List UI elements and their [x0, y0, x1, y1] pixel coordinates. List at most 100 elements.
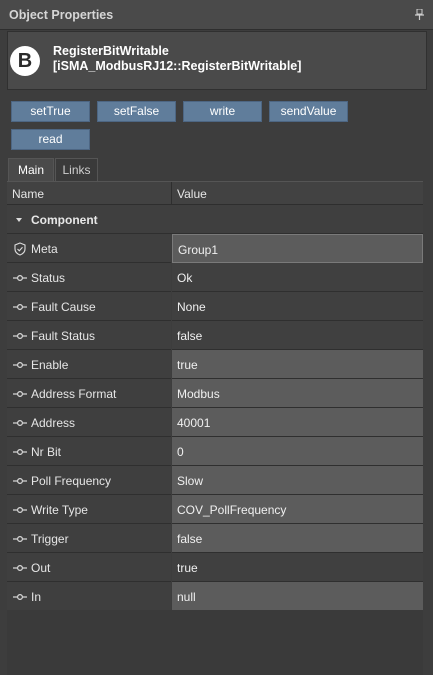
slot-icon	[13, 477, 27, 485]
row-value: Ok	[177, 271, 193, 285]
column-divider[interactable]	[171, 182, 172, 205]
row-name-cell: Address	[7, 408, 171, 437]
table-row-address[interactable]: Address 40001	[7, 408, 423, 437]
slot-icon	[13, 332, 27, 340]
expand-triangle-icon[interactable]	[16, 218, 22, 222]
panel-titlebar: Object Properties	[0, 0, 433, 30]
nr-bit-value-field[interactable]: 0	[172, 437, 423, 466]
panel-title: Object Properties	[9, 8, 114, 22]
slot-icon	[13, 448, 27, 456]
row-value: null	[177, 590, 196, 604]
row-name-cell: Status	[7, 263, 171, 292]
slot-icon	[13, 274, 27, 282]
row-value: false	[177, 329, 203, 343]
shield-icon	[14, 242, 26, 256]
row-name-cell: Nr Bit	[7, 437, 171, 466]
slot-icon	[13, 593, 27, 601]
slot-icon	[13, 390, 27, 398]
table-row-enable[interactable]: Enable true	[7, 350, 423, 379]
row-value-cell: true	[172, 553, 423, 582]
row-value: false	[177, 532, 203, 546]
object-properties-panel: Object Properties B RegisterBitWritable …	[0, 0, 433, 675]
row-label: Fault Cause	[31, 300, 96, 314]
object-name: RegisterBitWritable	[53, 44, 169, 58]
slot-icon	[13, 506, 27, 514]
row-label: Address Format	[31, 387, 117, 401]
row-label: Out	[31, 561, 51, 575]
row-name-cell: Fault Cause	[7, 292, 171, 321]
tab-links[interactable]: Links	[55, 158, 98, 182]
table-row-out[interactable]: Out true	[7, 553, 423, 582]
table-header: Name Value	[7, 181, 423, 205]
row-name-cell: Address Format	[7, 379, 171, 408]
row-name-cell: Poll Frequency	[7, 466, 171, 495]
empty-table-area	[7, 610, 423, 675]
row-label: Fault Status	[31, 329, 96, 343]
row-name-cell: Meta	[7, 234, 171, 263]
set-true-button[interactable]: setTrue	[11, 101, 90, 122]
write-type-value-field[interactable]: COV_PollFrequency	[172, 495, 423, 524]
row-name-cell: Enable	[7, 350, 171, 379]
row-label: Meta	[31, 242, 58, 256]
row-name-cell: In	[7, 582, 171, 611]
enable-value-field[interactable]: true	[172, 350, 423, 379]
table-row-write-type[interactable]: Write Type COV_PollFrequency	[7, 495, 423, 524]
group-label: Component	[31, 213, 98, 227]
table-row-fault-status[interactable]: Fault Status false	[7, 321, 423, 350]
object-header: B RegisterBitWritable [iSMA_ModbusRJ12::…	[7, 31, 427, 90]
address-format-value-field[interactable]: Modbus	[172, 379, 423, 408]
row-value: Slow	[177, 474, 204, 488]
row-value: COV_PollFrequency	[177, 503, 287, 517]
object-type: [iSMA_ModbusRJ12::RegisterBitWritable]	[53, 59, 302, 73]
column-header-value[interactable]: Value	[177, 187, 207, 201]
write-button[interactable]: write	[183, 101, 262, 122]
row-name-cell: Fault Status	[7, 321, 171, 350]
set-false-button[interactable]: setFalse	[97, 101, 176, 122]
row-label: Write Type	[31, 503, 88, 517]
row-value-cell: false	[172, 321, 423, 350]
row-value-cell: Ok	[172, 263, 423, 292]
slot-icon	[13, 361, 27, 369]
meta-value-field[interactable]: Group1	[172, 234, 423, 263]
read-button[interactable]: read	[11, 129, 90, 150]
pin-icon[interactable]	[415, 9, 424, 20]
table-row-poll-frequency[interactable]: Poll Frequency Slow	[7, 466, 423, 495]
row-value: Modbus	[177, 387, 220, 401]
tab-main[interactable]: Main	[8, 158, 54, 182]
in-value-field[interactable]: null	[172, 582, 423, 611]
slot-icon	[13, 303, 27, 311]
table-row-in[interactable]: In null	[7, 582, 423, 611]
row-label: Address	[31, 416, 76, 430]
table-row-trigger[interactable]: Trigger false	[7, 524, 423, 553]
table-row-status[interactable]: Status Ok	[7, 263, 423, 292]
table-row-address-format[interactable]: Address Format Modbus	[7, 379, 423, 408]
row-value: true	[177, 561, 198, 575]
row-value: true	[177, 358, 198, 372]
row-name-cell: Trigger	[7, 524, 171, 553]
slot-icon	[13, 535, 27, 543]
component-type-icon: B	[10, 46, 40, 76]
table-row-meta[interactable]: Meta Group1	[7, 234, 423, 263]
row-value: Group1	[178, 243, 219, 257]
slot-icon	[13, 419, 27, 427]
row-name-cell: Write Type	[7, 495, 171, 524]
component-group-row[interactable]: Component	[7, 205, 423, 234]
row-value-cell: None	[172, 292, 423, 321]
row-value: 0	[177, 445, 184, 459]
row-label: Nr Bit	[31, 445, 61, 459]
table-row-fault-cause[interactable]: Fault Cause None	[7, 292, 423, 321]
trigger-value-field[interactable]: false	[172, 524, 423, 553]
send-value-button[interactable]: sendValue	[269, 101, 348, 122]
column-header-name[interactable]: Name	[12, 187, 44, 201]
poll-frequency-value-field[interactable]: Slow	[172, 466, 423, 495]
row-label: In	[31, 590, 42, 604]
row-label: Enable	[31, 358, 69, 372]
row-value: 40001	[177, 416, 211, 430]
row-value: None	[177, 300, 206, 314]
row-label: Status	[31, 271, 66, 285]
row-label: Trigger	[31, 532, 69, 546]
row-name-cell: Out	[7, 553, 171, 582]
row-label: Poll Frequency	[31, 474, 112, 488]
table-row-nr-bit[interactable]: Nr Bit 0	[7, 437, 423, 466]
address-value-field[interactable]: 40001	[172, 408, 423, 437]
